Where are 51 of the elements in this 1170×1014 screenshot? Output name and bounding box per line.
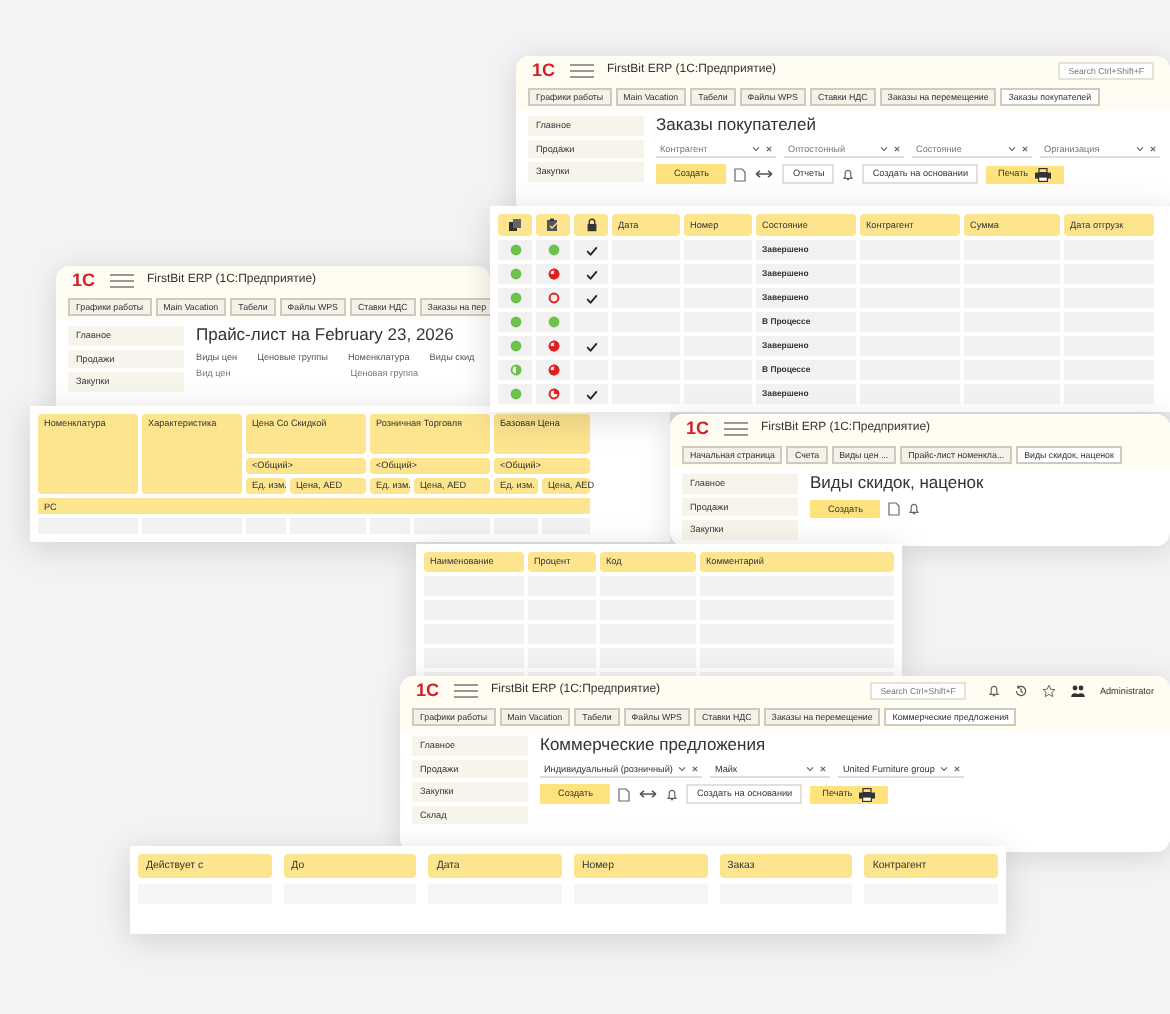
check-icon bbox=[585, 293, 597, 303]
chevron-icon[interactable] bbox=[806, 766, 815, 773]
menu-icon[interactable] bbox=[723, 422, 748, 436]
document-icon[interactable] bbox=[888, 501, 901, 516]
star-icon[interactable] bbox=[1041, 684, 1056, 699]
check-icon bbox=[585, 341, 597, 351]
lock-icon bbox=[585, 218, 597, 232]
users-icon[interactable] bbox=[1069, 684, 1086, 699]
chevron-icon[interactable] bbox=[1008, 146, 1016, 153]
history-icon[interactable] bbox=[1013, 684, 1028, 699]
page-title: Виды скидок, наценок bbox=[810, 474, 984, 494]
chevron-icon[interactable] bbox=[1136, 146, 1144, 153]
logo: 1С bbox=[416, 682, 440, 701]
clear-icon[interactable] bbox=[1022, 146, 1028, 153]
check-icon bbox=[585, 245, 597, 255]
clear-icon[interactable] bbox=[954, 766, 961, 773]
check-icon bbox=[585, 269, 597, 279]
page-title: Коммерческие предложения bbox=[540, 736, 768, 756]
chevron-icon[interactable] bbox=[940, 766, 949, 773]
clear-icon[interactable] bbox=[766, 146, 772, 153]
bell-icon[interactable] bbox=[908, 501, 921, 516]
page-title: Заказы покупателей bbox=[656, 116, 818, 136]
chevron-icon[interactable] bbox=[678, 766, 687, 773]
clear-icon[interactable] bbox=[820, 766, 827, 773]
chevron-icon[interactable] bbox=[880, 146, 888, 153]
logo: 1С bbox=[686, 420, 710, 438]
page-title: Прайс-лист на February 23, 2026 bbox=[196, 326, 456, 346]
column-header[interactable] bbox=[498, 214, 532, 236]
document-icon[interactable] bbox=[734, 167, 747, 182]
column-header[interactable] bbox=[536, 214, 570, 236]
logo: 1С bbox=[532, 62, 556, 81]
logo: 1С bbox=[72, 272, 96, 290]
clipboard-icon bbox=[546, 218, 560, 232]
clear-icon[interactable] bbox=[894, 146, 900, 153]
menu-icon[interactable] bbox=[453, 684, 478, 699]
bell-icon[interactable] bbox=[666, 787, 679, 802]
bell-icon[interactable] bbox=[842, 167, 855, 182]
arrows-icon[interactable] bbox=[754, 168, 775, 181]
arrows-icon[interactable] bbox=[638, 788, 659, 801]
documents-icon bbox=[508, 218, 522, 232]
printer-icon bbox=[858, 787, 877, 802]
check-icon bbox=[585, 389, 597, 399]
column-header[interactable] bbox=[574, 214, 608, 236]
clear-icon[interactable] bbox=[1150, 146, 1156, 153]
document-icon[interactable] bbox=[618, 787, 631, 802]
bell-icon[interactable] bbox=[987, 684, 1000, 699]
chevron-icon[interactable] bbox=[752, 146, 760, 153]
menu-icon[interactable] bbox=[569, 64, 594, 79]
printer-icon bbox=[1034, 167, 1053, 182]
clear-icon[interactable] bbox=[692, 766, 699, 773]
menu-icon[interactable] bbox=[109, 274, 134, 288]
